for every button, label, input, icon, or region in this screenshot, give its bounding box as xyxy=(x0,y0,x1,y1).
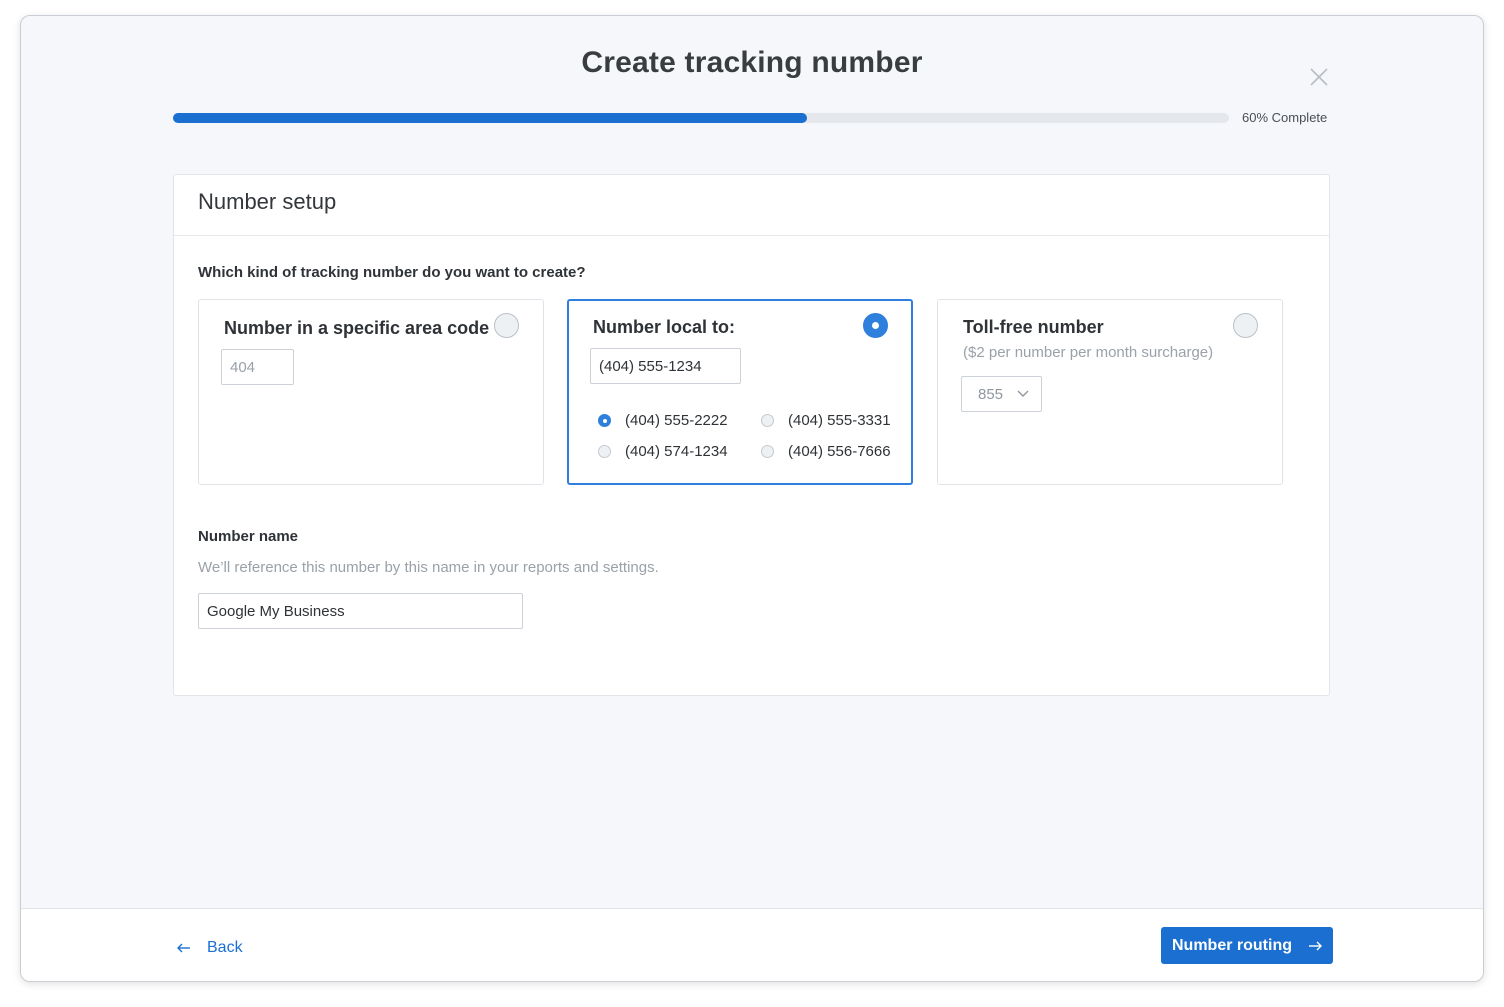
number-name-hint: We’ll reference this number by this name… xyxy=(198,559,659,576)
footer-bar: Back Number routing xyxy=(21,908,1483,981)
option-card-area-code[interactable]: Number in a specific area code 404 xyxy=(198,299,544,485)
back-button[interactable]: Back xyxy=(177,939,243,957)
option-title-toll-free: Toll-free number xyxy=(963,317,1104,337)
local-choice-label: (404) 574-1234 xyxy=(625,443,728,460)
progress-label: 60% Complete xyxy=(1242,110,1328,125)
local-choice-4[interactable]: (404) 556-7666 xyxy=(761,443,891,460)
option-radio-local[interactable] xyxy=(863,313,888,338)
number-setup-panel: Number setup Which kind of tracking numb… xyxy=(173,174,1330,696)
local-number-input[interactable]: (404) 555-1234 xyxy=(590,348,741,384)
arrow-left-icon xyxy=(177,943,190,953)
back-label: Back xyxy=(207,939,243,956)
panel-title: Number setup xyxy=(174,175,1329,236)
local-choice-radio[interactable] xyxy=(761,414,774,427)
chevron-down-icon xyxy=(1017,390,1029,397)
option-radio-toll-free[interactable] xyxy=(1233,313,1258,338)
local-choice-radio[interactable] xyxy=(761,445,774,458)
option-subtitle-toll-free: ($2 per number per month surcharge) xyxy=(963,344,1214,361)
page-title: Create tracking number xyxy=(581,46,923,79)
option-title-local: Number local to: xyxy=(593,317,736,337)
local-choice-label: (404) 555-3331 xyxy=(788,412,891,429)
close-icon[interactable] xyxy=(1308,66,1330,88)
local-choice-label: (404) 555-2222 xyxy=(625,412,728,429)
number-routing-button[interactable]: Number routing xyxy=(1161,927,1333,964)
progress-bar-fill xyxy=(173,113,807,123)
area-code-input[interactable]: 404 xyxy=(221,349,294,385)
option-title-area-code: Number in a specific area code xyxy=(224,318,490,338)
option-card-toll-free[interactable]: Toll-free number ($2 per number per mont… xyxy=(937,299,1283,485)
modal-window: Create tracking number 60% Complete Numb… xyxy=(20,15,1484,982)
option-radio-area-code[interactable] xyxy=(494,313,519,338)
arrow-right-icon xyxy=(1309,941,1322,950)
local-choice-label: (404) 556-7666 xyxy=(788,443,891,460)
question-text: Which kind of tracking number do you wan… xyxy=(198,264,586,281)
local-choice-2[interactable]: (404) 555-3331 xyxy=(761,412,891,429)
progress-bar xyxy=(173,113,1229,123)
local-choice-radio[interactable] xyxy=(598,414,611,427)
number-name-input[interactable]: Google My Business xyxy=(198,593,523,629)
toll-free-prefix-select[interactable]: 855 xyxy=(961,376,1042,412)
option-card-local[interactable]: Number local to: (404) 555-1234 (404) 55… xyxy=(567,299,913,485)
toll-free-prefix-value: 855 xyxy=(978,385,1004,403)
number-name-label: Number name xyxy=(198,528,299,545)
local-choice-1[interactable]: (404) 555-2222 xyxy=(598,412,728,429)
local-choice-3[interactable]: (404) 574-1234 xyxy=(598,443,728,460)
local-choice-radio[interactable] xyxy=(598,445,611,458)
next-label: Number routing xyxy=(1172,936,1292,954)
